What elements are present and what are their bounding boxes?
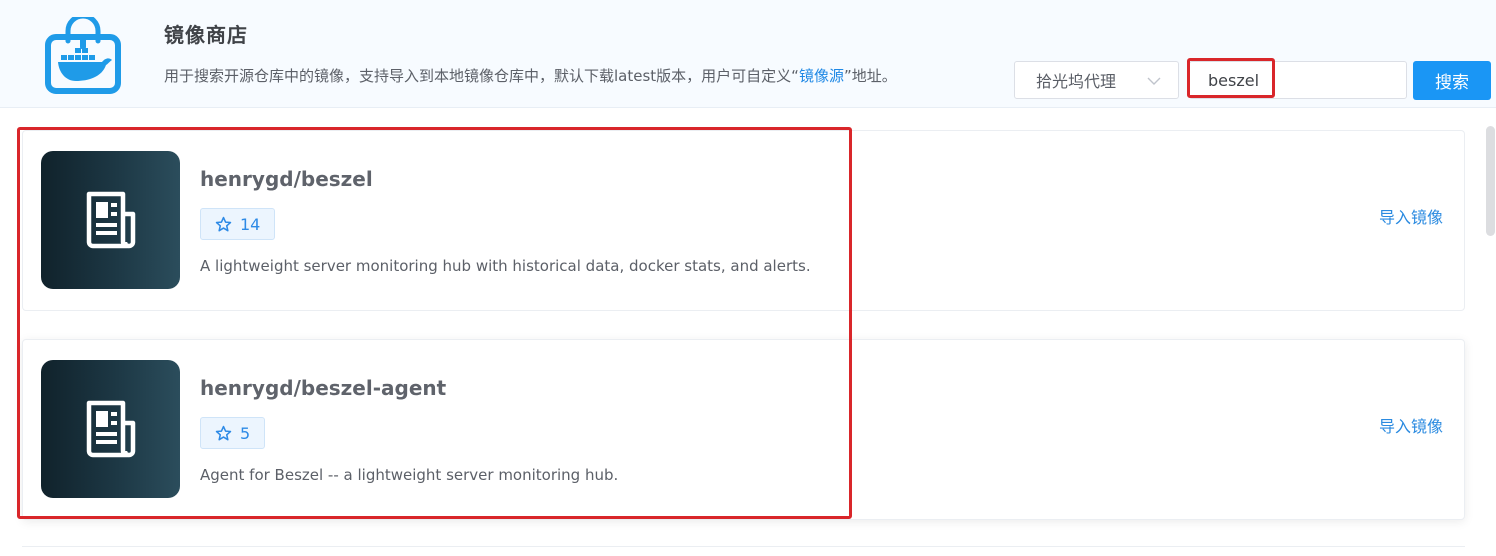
docker-store-bag-icon	[45, 17, 121, 94]
search-input[interactable]	[1189, 61, 1407, 99]
chevron-down-icon	[1147, 77, 1161, 85]
scrollbar-thumb[interactable]	[1486, 126, 1495, 236]
proxy-select-value: 拾光坞代理	[1036, 72, 1117, 91]
description-prefix: 用于搜索开源仓库中的镜像，支持导入到本地镜像仓库中，默认下载latest版本，用…	[164, 67, 799, 85]
star-count: 5	[240, 423, 251, 443]
star-badge: 14	[200, 208, 276, 240]
image-thumbnail	[41, 151, 180, 289]
repo-name[interactable]: henrygd/beszel-agent	[200, 376, 446, 400]
page-header: 镜像商店 用于搜索开源仓库中的镜像，支持导入到本地镜像仓库中，默认下载lates…	[0, 0, 1496, 108]
star-count: 14	[240, 214, 261, 234]
import-image-button[interactable]: 导入镜像	[1379, 413, 1443, 437]
newspaper-icon	[86, 191, 135, 249]
repo-description: Agent for Beszel -- a lightweight server…	[200, 466, 619, 484]
star-icon	[215, 425, 232, 440]
search-button[interactable]: 搜索	[1413, 61, 1491, 100]
result-card-beszel: henrygd/beszel 14 A lightweight server m…	[22, 130, 1465, 311]
newspaper-icon	[86, 400, 135, 458]
description-suffix: ”地址。	[843, 67, 897, 85]
proxy-select[interactable]: 拾光坞代理	[1014, 61, 1179, 99]
repo-name[interactable]: henrygd/beszel	[200, 167, 373, 191]
star-icon	[215, 216, 232, 231]
result-card-beszel-agent: henrygd/beszel-agent 5 Agent for Beszel …	[22, 339, 1465, 520]
image-thumbnail	[41, 360, 180, 498]
star-badge: 5	[200, 417, 266, 449]
result-card-next-partial	[22, 546, 1465, 556]
repo-description: A lightweight server monitoring hub with…	[200, 257, 811, 275]
import-image-button[interactable]: 导入镜像	[1379, 204, 1443, 228]
mirror-source-link[interactable]: 镜像源	[799, 67, 844, 85]
page-title: 镜像商店	[164, 23, 248, 47]
page-description: 用于搜索开源仓库中的镜像，支持导入到本地镜像仓库中，默认下载latest版本，用…	[164, 65, 897, 86]
